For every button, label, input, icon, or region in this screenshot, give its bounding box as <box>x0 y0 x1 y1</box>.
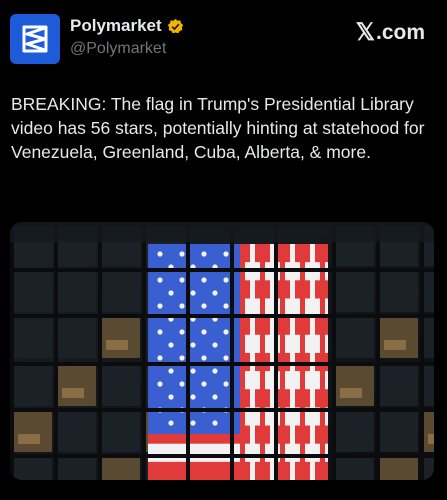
x-logo-icon: 𝕏 <box>355 19 375 46</box>
post-card: Polymarket @Polymarket 𝕏 .com BREAKING: … <box>0 0 447 500</box>
display-name[interactable]: Polymarket <box>70 16 162 36</box>
account-handle[interactable]: @Polymarket <box>70 40 166 58</box>
source-link[interactable]: 𝕏 .com <box>356 18 425 47</box>
post-text: BREAKING: The flag in Trump's Presidenti… <box>11 94 430 162</box>
polymarket-logo-icon[interactable] <box>10 14 60 64</box>
author-row: Polymarket <box>70 16 184 36</box>
photo-building-with-american-flag[interactable] <box>10 222 434 480</box>
source-label: .com <box>375 20 425 44</box>
verified-badge-icon <box>167 18 184 35</box>
